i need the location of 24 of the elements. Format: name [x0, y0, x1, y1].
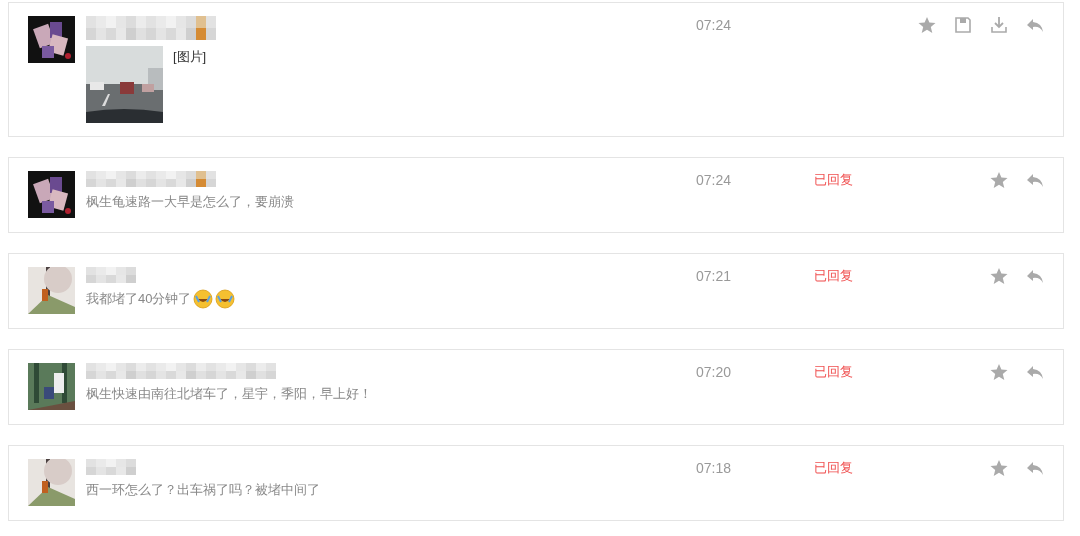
reply-status: 已回复: [814, 267, 854, 285]
reply-status: 已回复: [814, 459, 854, 477]
message-time: 07:24: [696, 171, 733, 189]
message-time: 07:18: [696, 459, 733, 477]
star-icon[interactable]: [989, 459, 1009, 477]
blurred-name: [86, 267, 136, 283]
star-icon[interactable]: [989, 171, 1009, 189]
download-icon[interactable]: [989, 16, 1009, 34]
reply-status: 已回复: [814, 363, 854, 381]
star-icon[interactable]: [917, 16, 937, 34]
crying-laughing-emoji: [193, 289, 214, 309]
star-icon[interactable]: [989, 363, 1009, 381]
message-time: 07:20: [696, 363, 733, 381]
message-text: 枫生快速由南往北堵车了，星宇，季阳，早上好！: [86, 385, 372, 403]
blurred-name: [86, 459, 136, 475]
message-time: 07:21: [696, 267, 733, 285]
star-icon[interactable]: [989, 267, 1009, 285]
message-text: 枫生龟速路一大早是怎么了，要崩溃: [86, 193, 294, 211]
message-text: [图片]: [173, 48, 207, 66]
message-text: 西一环怎么了？出车祸了吗？被堵中间了: [86, 481, 320, 499]
reply-status: 已回复: [814, 171, 854, 189]
message-time: 07:24: [696, 16, 733, 34]
message-text: 我都堵了40分钟了: [86, 290, 192, 308]
crying-laughing-emoji: [215, 289, 236, 309]
